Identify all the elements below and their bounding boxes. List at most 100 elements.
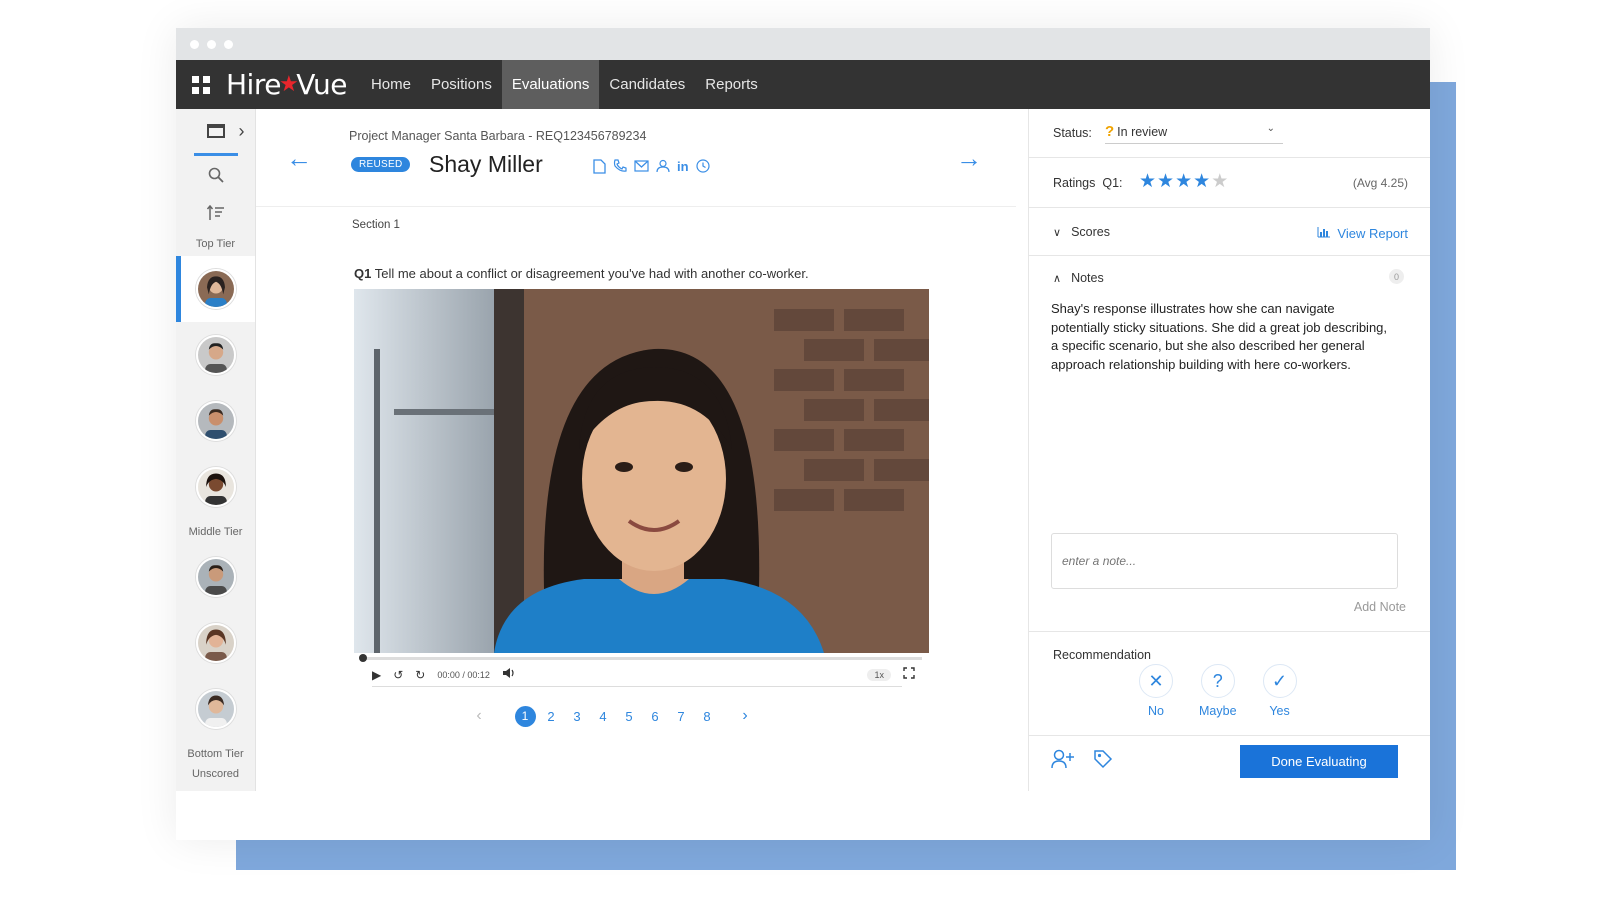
candidate-avatar-item[interactable] bbox=[176, 388, 255, 454]
question-pagination: ‹ 1 2 3 4 5 6 7 8 › bbox=[466, 705, 758, 727]
pagination-prev-icon[interactable]: ‹ bbox=[466, 705, 492, 727]
nav-positions[interactable]: Positions bbox=[421, 60, 502, 109]
chevron-up-icon: ∧ bbox=[1053, 273, 1062, 285]
status-warning-icon: ? bbox=[1105, 123, 1115, 140]
reused-badge: REUSED bbox=[351, 157, 411, 172]
page-number[interactable]: 3 bbox=[564, 705, 590, 727]
recommendation-label: Recommendation bbox=[1053, 648, 1151, 662]
rewind-icon[interactable]: ↺ bbox=[393, 668, 403, 682]
email-icon[interactable] bbox=[634, 159, 649, 177]
sort-icon[interactable] bbox=[176, 194, 255, 232]
nav-evaluations[interactable]: Evaluations bbox=[501, 60, 600, 109]
playback-speed[interactable]: 1x bbox=[867, 668, 891, 681]
evaluation-main: ← Project Manager Santa Barbara - REQ123… bbox=[256, 109, 1016, 791]
video-time: 00:00 / 00:12 bbox=[437, 669, 490, 680]
window-dot bbox=[224, 39, 233, 49]
candidate-avatar-item[interactable] bbox=[176, 676, 255, 742]
volume-icon[interactable] bbox=[502, 667, 516, 682]
check-icon: ✓ bbox=[1262, 664, 1297, 698]
fullscreen-icon[interactable] bbox=[903, 667, 915, 682]
hirevue-logo[interactable]: Hire ★ Vue bbox=[226, 68, 347, 101]
phone-icon[interactable] bbox=[613, 159, 627, 177]
tier-label-unscored: Unscored bbox=[191, 768, 240, 780]
add-user-icon[interactable] bbox=[1051, 749, 1075, 775]
nav-candidates[interactable]: Candidates bbox=[599, 60, 695, 109]
play-icon[interactable]: ▶ bbox=[372, 668, 381, 682]
candidate-avatar-item[interactable] bbox=[176, 256, 255, 322]
candidate-avatar-item[interactable] bbox=[176, 544, 255, 610]
panel-footer: Done Evaluating bbox=[1029, 736, 1430, 788]
resume-icon[interactable] bbox=[593, 159, 606, 177]
linkedin-icon[interactable]: in bbox=[677, 159, 689, 177]
avatar bbox=[195, 623, 236, 663]
profile-icon[interactable] bbox=[656, 159, 670, 177]
ratings-row: Ratings Q1: ★★★★★ (Avg 4.25) bbox=[1029, 158, 1430, 208]
list-view-icon[interactable] bbox=[206, 124, 225, 138]
status-label: Status: bbox=[1053, 126, 1092, 140]
star-rating[interactable]: ★★★★★ bbox=[1139, 170, 1229, 193]
page-number[interactable]: 5 bbox=[616, 705, 642, 727]
window-dot bbox=[207, 39, 216, 49]
page-number[interactable]: 2 bbox=[538, 705, 564, 727]
search-icon[interactable] bbox=[176, 156, 255, 194]
notes-toggle[interactable]: ∧ Notes bbox=[1053, 271, 1104, 285]
project-title: Project Manager Santa Barbara - REQ12345… bbox=[349, 129, 647, 143]
video-controls: ▶ ↺ ↻ 00:00 / 00:12 1x bbox=[354, 653, 929, 689]
avatar bbox=[195, 335, 236, 375]
progress-knob[interactable] bbox=[359, 654, 367, 662]
replay-icon[interactable]: ↻ bbox=[415, 668, 425, 682]
scores-toggle[interactable]: ∨ Scores bbox=[1053, 225, 1110, 239]
pagination-next-icon[interactable]: › bbox=[732, 705, 758, 727]
rail-toolbar: › bbox=[176, 109, 255, 153]
controls-divider bbox=[372, 686, 902, 687]
chevron-down-icon: ⌄ bbox=[1266, 123, 1275, 134]
recommend-maybe-button[interactable]: ? Maybe bbox=[1199, 664, 1237, 718]
page-number[interactable]: 8 bbox=[694, 705, 720, 727]
add-note-button[interactable]: Add Note bbox=[1354, 600, 1406, 614]
star-icon[interactable]: ★ bbox=[1157, 171, 1175, 192]
candidate-avatar-item[interactable] bbox=[176, 322, 255, 388]
recommend-no-button[interactable]: ✕ No bbox=[1139, 664, 1173, 718]
star-icon[interactable]: ★ bbox=[1175, 171, 1193, 192]
history-icon[interactable] bbox=[695, 159, 710, 177]
page-number[interactable]: 1 bbox=[512, 705, 538, 727]
ratings-label: Ratings Q1: bbox=[1053, 176, 1123, 190]
nav-home[interactable]: Home bbox=[361, 60, 421, 109]
star-icon[interactable]: ★ bbox=[1193, 171, 1211, 192]
video-progress-bar[interactable] bbox=[359, 654, 922, 662]
top-navbar: Hire ★ Vue Home Positions Evaluations Cand… bbox=[176, 60, 1430, 109]
tier-label-top: Top Tier bbox=[195, 238, 236, 250]
tier-label-middle: Middle Tier bbox=[188, 526, 243, 538]
recommend-no-label: No bbox=[1148, 704, 1164, 718]
question-body: Tell me about a conflict or disagreement… bbox=[374, 266, 809, 281]
page-number[interactable]: 6 bbox=[642, 705, 668, 727]
expand-chevron-icon[interactable]: › bbox=[239, 121, 245, 142]
candidate-avatar-item[interactable] bbox=[176, 610, 255, 676]
candidate-video-frame bbox=[354, 289, 929, 653]
star-icon[interactable]: ★ bbox=[1139, 171, 1157, 192]
note-input[interactable] bbox=[1051, 533, 1398, 589]
nav-reports[interactable]: Reports bbox=[695, 60, 768, 109]
question-icon: ? bbox=[1200, 664, 1235, 698]
previous-candidate-arrow-icon[interactable]: ← bbox=[286, 143, 312, 174]
notes-count-badge: 0 bbox=[1389, 269, 1404, 284]
recommend-yes-button[interactable]: ✓ Yes bbox=[1262, 664, 1297, 718]
page-number[interactable]: 4 bbox=[590, 705, 616, 727]
status-dropdown[interactable]: ? In review ⌄ bbox=[1105, 123, 1283, 144]
logo-text-left: Hire bbox=[226, 68, 281, 101]
avatar bbox=[195, 269, 236, 309]
average-rating: (Avg 4.25) bbox=[1352, 176, 1408, 190]
star-icon[interactable]: ★ bbox=[1211, 171, 1229, 192]
next-candidate-arrow-icon[interactable]: → bbox=[956, 143, 982, 174]
page-number[interactable]: 7 bbox=[668, 705, 694, 727]
app-grid-icon[interactable] bbox=[176, 60, 226, 109]
candidate-avatar-item[interactable] bbox=[176, 454, 255, 520]
notes-section: ∧ Notes 0 Shay's response illustrates how… bbox=[1029, 256, 1430, 632]
avatar bbox=[195, 689, 236, 729]
note-text: Shay's response illustrates how she can … bbox=[1051, 301, 1388, 372]
done-evaluating-button[interactable]: Done Evaluating bbox=[1240, 745, 1398, 778]
tag-icon[interactable] bbox=[1093, 749, 1113, 775]
view-report-link[interactable]: View Report bbox=[1317, 226, 1408, 241]
question-number: Q1 bbox=[354, 266, 372, 281]
video-player[interactable] bbox=[354, 289, 929, 653]
